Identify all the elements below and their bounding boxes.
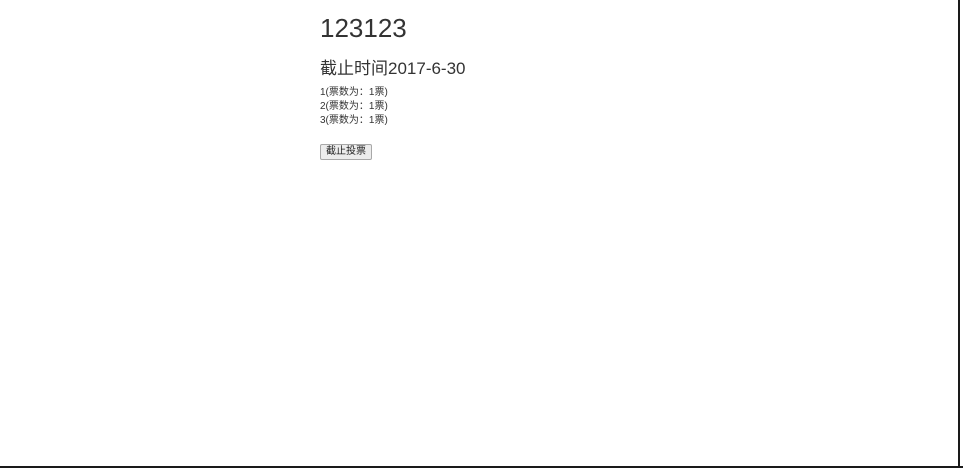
poll-panel: 123123 截止时间2017-6-30 1(票数为：1票) 2(票数为：1票)… <box>320 12 466 160</box>
end-voting-button[interactable]: 截止投票 <box>320 144 372 160</box>
poll-title: 123123 <box>320 13 407 43</box>
poll-option: 2(票数为：1票) <box>320 101 388 112</box>
poll-options-list: 1(票数为：1票) 2(票数为：1票) 3(票数为：1票) <box>320 86 466 128</box>
poll-option: 1(票数为：1票) <box>320 87 388 98</box>
poll-option: 3(票数为：1票) <box>320 115 388 126</box>
poll-deadline: 截止时间2017-6-30 <box>320 59 466 78</box>
window-border-right <box>958 0 960 468</box>
